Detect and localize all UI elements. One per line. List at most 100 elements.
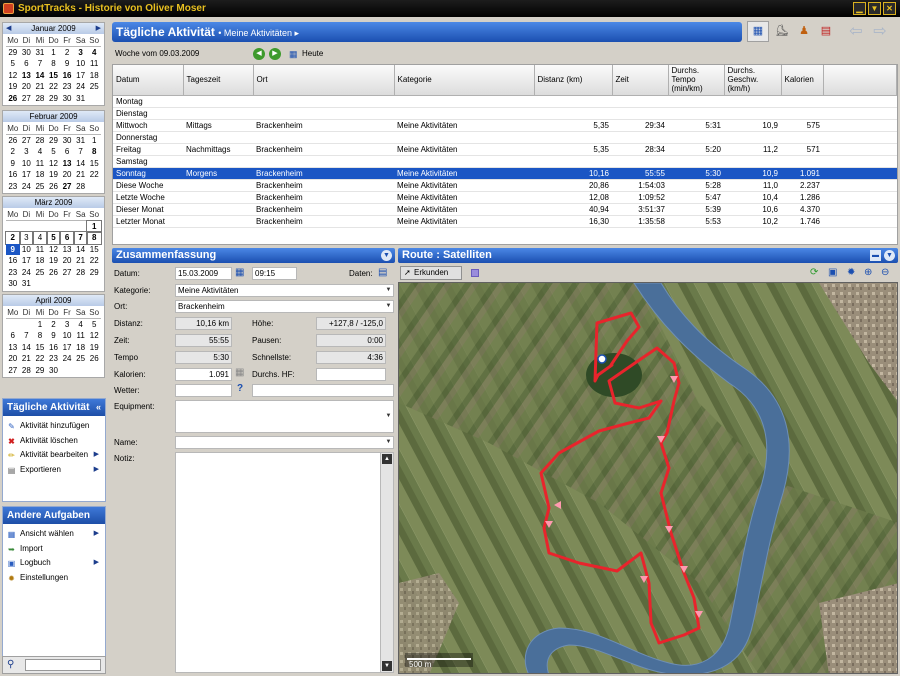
calendar-day[interactable]: 31 (33, 47, 47, 59)
calories-field[interactable]: 1.091 (175, 368, 232, 381)
calendar-day[interactable]: 13 (60, 158, 74, 170)
calendar-day[interactable]: 8 (47, 58, 61, 70)
calendar-day[interactable]: 18 (33, 255, 47, 267)
calendar-day[interactable]: 15 (47, 70, 61, 82)
map-layout-icon[interactable]: ▬ (870, 250, 881, 261)
calendar-day[interactable]: 7 (74, 146, 88, 158)
table-row[interactable]: Letzte Woche Brackenheim Meine Aktivitäten… (113, 191, 897, 204)
table-row[interactable]: Diese Woche Brackenheim Meine Aktivitäten 2… (113, 179, 897, 192)
close-icon[interactable]: ✕ (883, 2, 896, 15)
calendar-day[interactable]: 9 (60, 58, 74, 70)
calendar-day[interactable]: 30 (20, 47, 34, 59)
calendar-day[interactable]: 26 (47, 181, 61, 193)
calendar-day[interactable]: 18 (33, 169, 47, 181)
calendar-day[interactable]: 23 (6, 267, 20, 279)
column-header[interactable]: Tageszeit (183, 65, 254, 96)
calendar-day[interactable]: 11 (33, 158, 47, 170)
add-activity-item[interactable]: ✎ Aktivität hinzufügen (3, 419, 105, 434)
calendar-day[interactable]: 2 (47, 319, 61, 331)
time-field[interactable]: 09:15 (252, 267, 297, 280)
calendar-day[interactable]: 4 (32, 231, 48, 245)
calendar-day[interactable]: 26 (6, 93, 20, 105)
notes-textarea[interactable]: ▲ ▼ (175, 452, 394, 673)
calendar-day[interactable]: 23 (6, 181, 20, 193)
calendar-day[interactable]: 1 (47, 47, 61, 59)
calendar-day[interactable]: 16 (6, 255, 20, 267)
calendar-day[interactable]: 17 (20, 255, 34, 267)
zoom-out-icon[interactable]: ⊖ (881, 267, 889, 278)
calendar-day[interactable]: 8 (33, 330, 47, 342)
calendar-day[interactable]: 14 (74, 244, 88, 256)
next-month-icon[interactable]: ▶ (96, 23, 101, 34)
column-header[interactable]: Zeit (612, 65, 669, 96)
calendar-day[interactable]: 9 (6, 243, 20, 255)
table-row[interactable]: Dieser Monat Brackenheim Meine Aktivitäten… (113, 203, 897, 216)
route-options-icon[interactable]: ▼ (884, 250, 895, 261)
breadcrumb[interactable]: • Meine Aktivitäten ▸ (218, 28, 299, 38)
calendar-day[interactable]: 17 (20, 169, 34, 181)
search-icon[interactable]: ⚲ (7, 659, 14, 670)
daily-activity-panel-header[interactable]: Tägliche Aktivität « (3, 399, 105, 416)
calendar-day[interactable]: 3 (74, 47, 88, 59)
calendar-day[interactable]: 6 (6, 330, 20, 342)
scroll-down-icon[interactable]: ▼ (382, 661, 392, 671)
notes-scrollbar[interactable]: ▲ ▼ (380, 453, 393, 672)
calendar-day[interactable]: 15 (33, 342, 47, 354)
calendar-day[interactable]: 5 (47, 146, 61, 158)
calendar-day[interactable]: 20 (20, 81, 34, 93)
calendar-day[interactable]: 26 (6, 135, 20, 147)
column-header[interactable]: Distanz (km) (534, 65, 613, 96)
export-item[interactable]: ▤ Exportieren ▶ (3, 463, 105, 478)
satellite-map[interactable]: 500 m (398, 282, 898, 674)
calendar-day[interactable]: 28 (20, 365, 34, 377)
calendar-day[interactable]: 3 (20, 146, 34, 158)
calendar-day[interactable]: 8 (87, 146, 101, 158)
map-svg[interactable]: 500 m (399, 283, 898, 674)
zoom-in-icon[interactable]: ⊕ (864, 267, 872, 278)
calendar-day[interactable]: 28 (33, 93, 47, 105)
calendar-day[interactable]: 11 (74, 330, 88, 342)
table-row[interactable]: Mittwoch Mittags Brackenheim Meine Aktivitä… (113, 119, 897, 132)
other-tasks-panel-header[interactable]: Andere Aufgaben (3, 507, 105, 524)
data-import-icon[interactable]: ▤ (378, 267, 387, 278)
column-header[interactable]: Durchs. Geschw. (km/h) (724, 65, 782, 96)
refresh-icon[interactable]: ⟳ (810, 267, 818, 278)
import-item[interactable]: ➥ Import (3, 542, 105, 557)
next-week-icon[interactable]: ▶ (269, 48, 281, 60)
table-row[interactable]: Donnerstag (113, 131, 897, 144)
calendar-day[interactable]: 19 (87, 342, 101, 354)
calendar-day[interactable]: 28 (74, 181, 88, 193)
calendar-day[interactable]: 11 (33, 244, 47, 256)
calendar-day[interactable]: 8 (86, 231, 102, 245)
calendar-day[interactable]: 23 (60, 81, 74, 93)
calendar-day[interactable]: 4 (33, 146, 47, 158)
calendar-day[interactable]: 5 (87, 319, 101, 331)
calendar-day[interactable]: 4 (74, 319, 88, 331)
forward-button[interactable]: ⇨ (869, 21, 891, 42)
calendar-day[interactable]: 27 (60, 181, 74, 193)
column-header[interactable]: Kalorien (781, 65, 824, 96)
calendar-day[interactable]: 21 (20, 353, 34, 365)
calendar-day[interactable]: 1 (33, 319, 47, 331)
calendar-day[interactable]: 13 (60, 244, 74, 256)
name-field[interactable]: ▼ (175, 436, 394, 449)
calendar-day[interactable]: 12 (47, 158, 61, 170)
delete-activity-item[interactable]: ✖ Aktivität löschen (3, 434, 105, 449)
calendar-day[interactable]: 29 (47, 93, 61, 105)
calendar-day[interactable]: 10 (74, 58, 88, 70)
calendar-day[interactable]: 17 (60, 342, 74, 354)
calendar-day[interactable]: 24 (20, 267, 34, 279)
calendar-day[interactable]: 15 (87, 244, 101, 256)
calendar-day[interactable]: 21 (74, 255, 88, 267)
calendar-day[interactable]: 30 (6, 278, 20, 290)
calendar-day[interactable]: 27 (20, 135, 34, 147)
calendar-day[interactable]: 17 (74, 70, 88, 82)
calendar-day[interactable]: 31 (20, 278, 34, 290)
calendar-day[interactable]: 10 (20, 244, 34, 256)
save-icon[interactable]: ▣ (828, 267, 837, 278)
calendar-day[interactable]: 30 (60, 135, 74, 147)
calendar-day[interactable]: 20 (6, 353, 20, 365)
calendar-day[interactable]: 19 (47, 255, 61, 267)
today-button[interactable]: Heute (302, 45, 323, 63)
calendar-day[interactable]: 31 (74, 93, 88, 105)
